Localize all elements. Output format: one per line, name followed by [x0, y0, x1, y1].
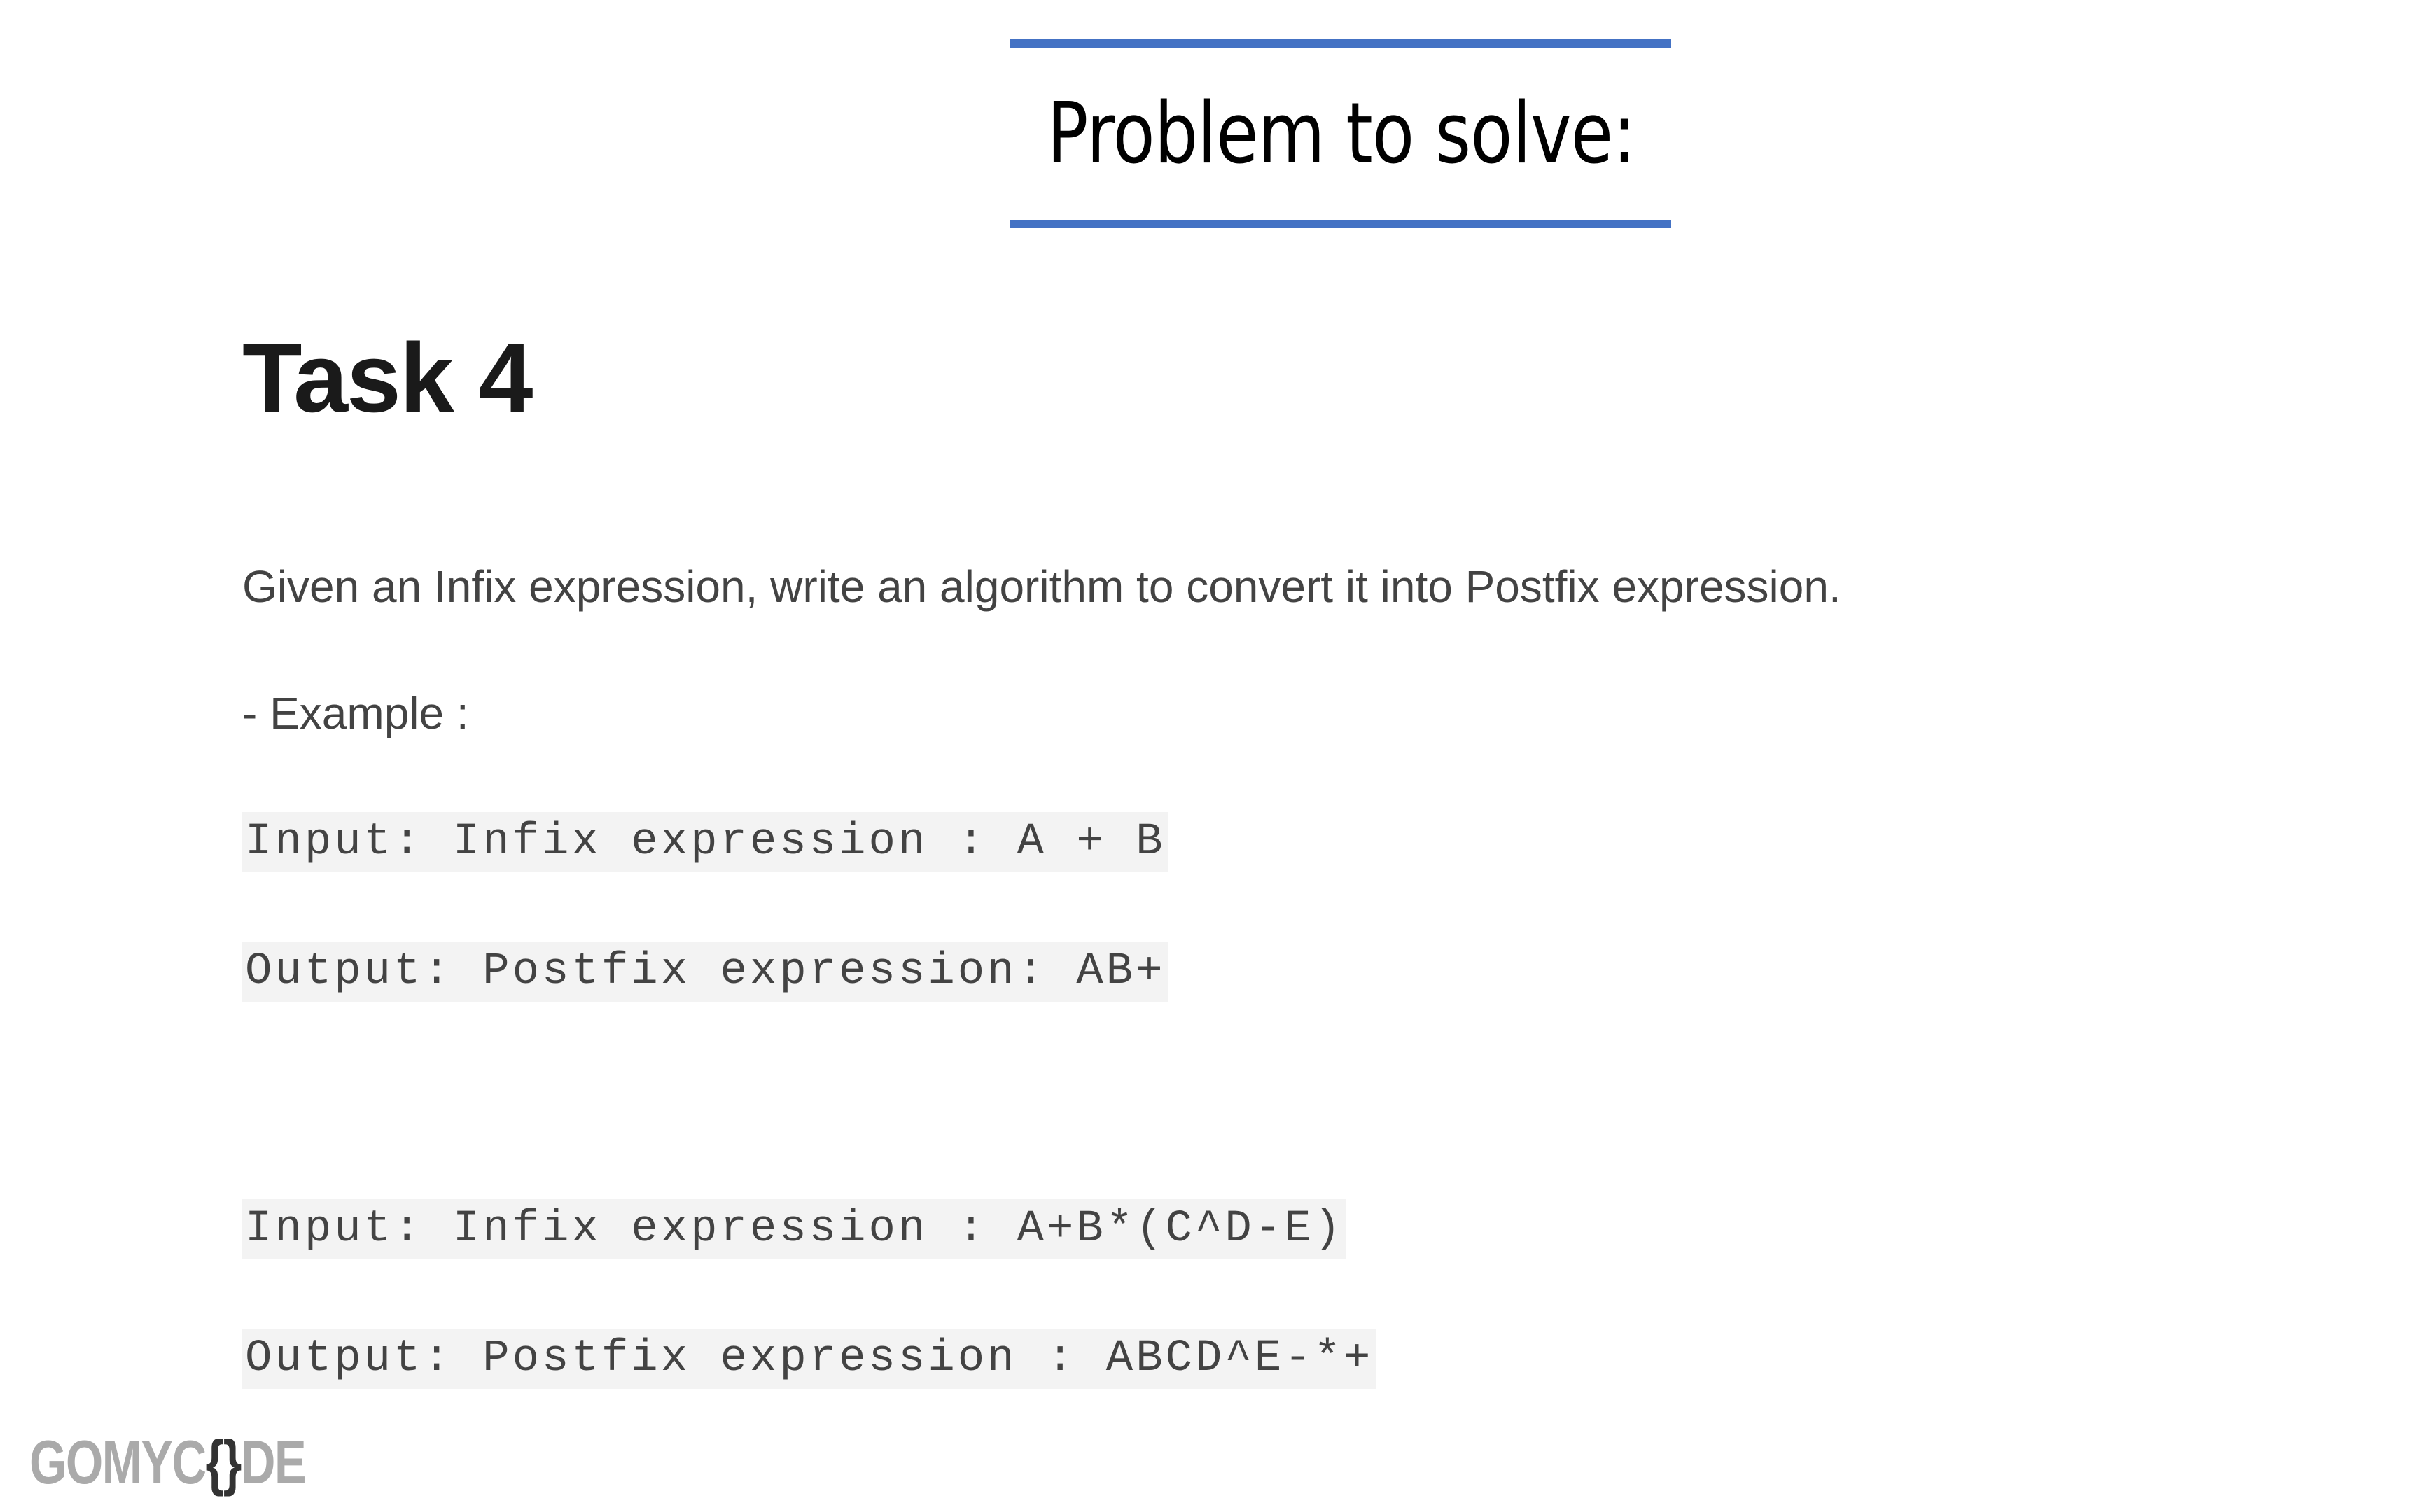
- example-1-input: Input: Infix expression : A + B: [242, 812, 1168, 872]
- gomycode-logo: GOMYC{}DE: [29, 1432, 307, 1493]
- header-title-box: Problem to solve:: [1010, 39, 1671, 228]
- task-title: Task 4: [242, 323, 533, 433]
- example-2-output: Output: Postfix expression : ABCD^E-*+: [242, 1329, 1376, 1389]
- example-2-input: Input: Infix expression : A+B*(C^D-E): [242, 1199, 1347, 1259]
- example-1-output: Output: Postfix expression: AB+: [242, 941, 1168, 1002]
- header-title: Problem to solve:: [1046, 85, 1635, 183]
- logo-text-end: DE: [240, 1427, 307, 1497]
- task-description: Given an Infix expression, write an algo…: [242, 561, 1841, 612]
- logo-text-start: GOMYC: [29, 1427, 207, 1497]
- logo-brace-icon: {}: [205, 1427, 242, 1497]
- example-label: - Example :: [242, 688, 469, 738]
